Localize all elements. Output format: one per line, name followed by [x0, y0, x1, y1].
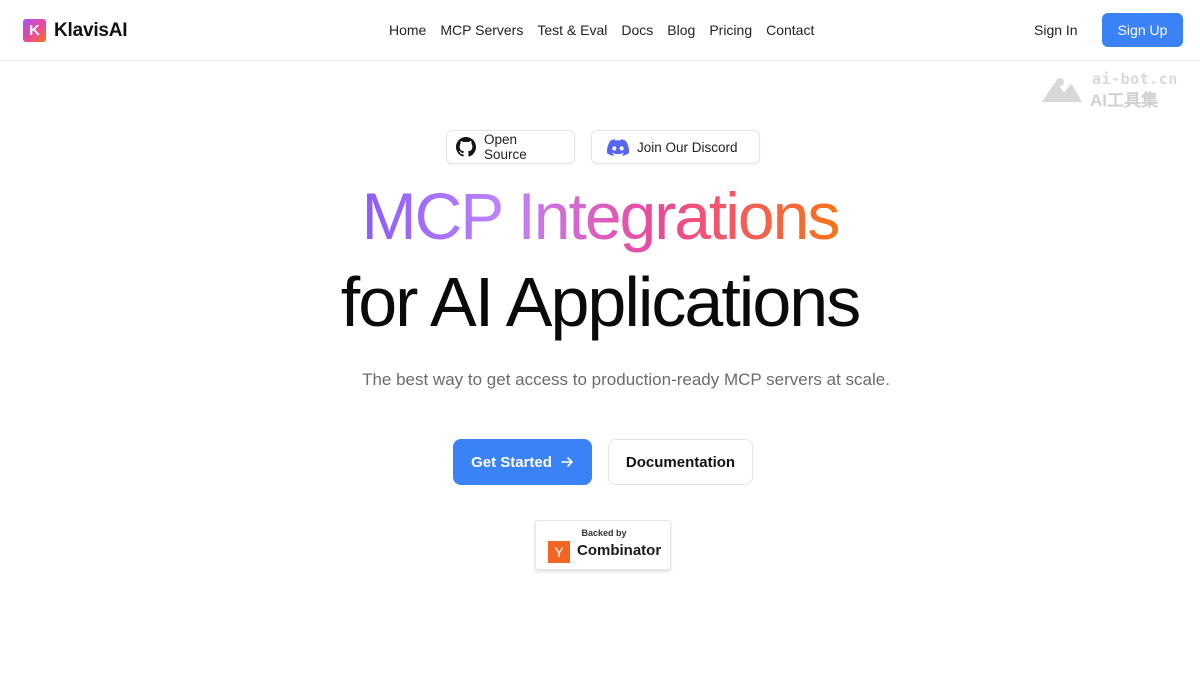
- nav-link-blog[interactable]: Blog: [667, 22, 695, 38]
- top-navbar: K KlavisAI Home MCP Servers Test & Eval …: [0, 0, 1200, 61]
- discord-icon: [607, 138, 629, 156]
- landing-page: K KlavisAI Home MCP Servers Test & Eval …: [0, 0, 1200, 675]
- get-started-label: Get Started: [471, 453, 552, 471]
- brand[interactable]: K KlavisAI: [23, 19, 128, 42]
- watermark: ai-bot.cn AI工具集: [1040, 70, 1180, 110]
- yc-backed-badge[interactable]: Backed by Y Combinator: [535, 520, 671, 570]
- documentation-button[interactable]: Documentation: [608, 439, 753, 485]
- nav-link-contact[interactable]: Contact: [766, 22, 814, 38]
- brand-name: KlavisAI: [54, 19, 128, 41]
- nav-link-home[interactable]: Home: [389, 22, 426, 38]
- github-icon: [456, 137, 476, 157]
- join-discord-button[interactable]: Join Our Discord: [591, 130, 760, 164]
- arrow-right-icon: [561, 457, 573, 467]
- nav-link-docs[interactable]: Docs: [621, 22, 653, 38]
- join-discord-label: Join Our Discord: [637, 139, 738, 155]
- hero-title-gradient: MCP Integrations: [0, 176, 1200, 256]
- watermark-name: AI工具集: [1090, 91, 1158, 110]
- yc-logo-icon: Y: [548, 541, 570, 563]
- nav-link-test-eval[interactable]: Test & Eval: [537, 22, 607, 38]
- sign-up-button[interactable]: Sign Up: [1102, 13, 1183, 47]
- sign-in-link[interactable]: Sign In: [1034, 22, 1078, 38]
- hero-title-line1: MCP Integrations: [361, 179, 841, 253]
- yc-backed-by-label: Backed by: [581, 528, 627, 538]
- watermark-logo-icon: [1042, 78, 1082, 102]
- hero-subtitle: The best way to get access to production…: [362, 370, 890, 389]
- open-source-label: Open Source: [484, 132, 527, 162]
- hero-title-line2: for AI Applications: [340, 263, 861, 341]
- open-source-button[interactable]: Open Source: [446, 130, 575, 164]
- nav-links: Home MCP Servers Test & Eval Docs Blog P…: [389, 22, 814, 38]
- nav-link-pricing[interactable]: Pricing: [709, 22, 752, 38]
- nav-link-mcp-servers[interactable]: MCP Servers: [440, 22, 523, 38]
- brand-logo: K: [23, 19, 46, 42]
- yc-name: Combinator: [577, 542, 662, 559]
- get-started-button[interactable]: Get Started: [453, 439, 592, 485]
